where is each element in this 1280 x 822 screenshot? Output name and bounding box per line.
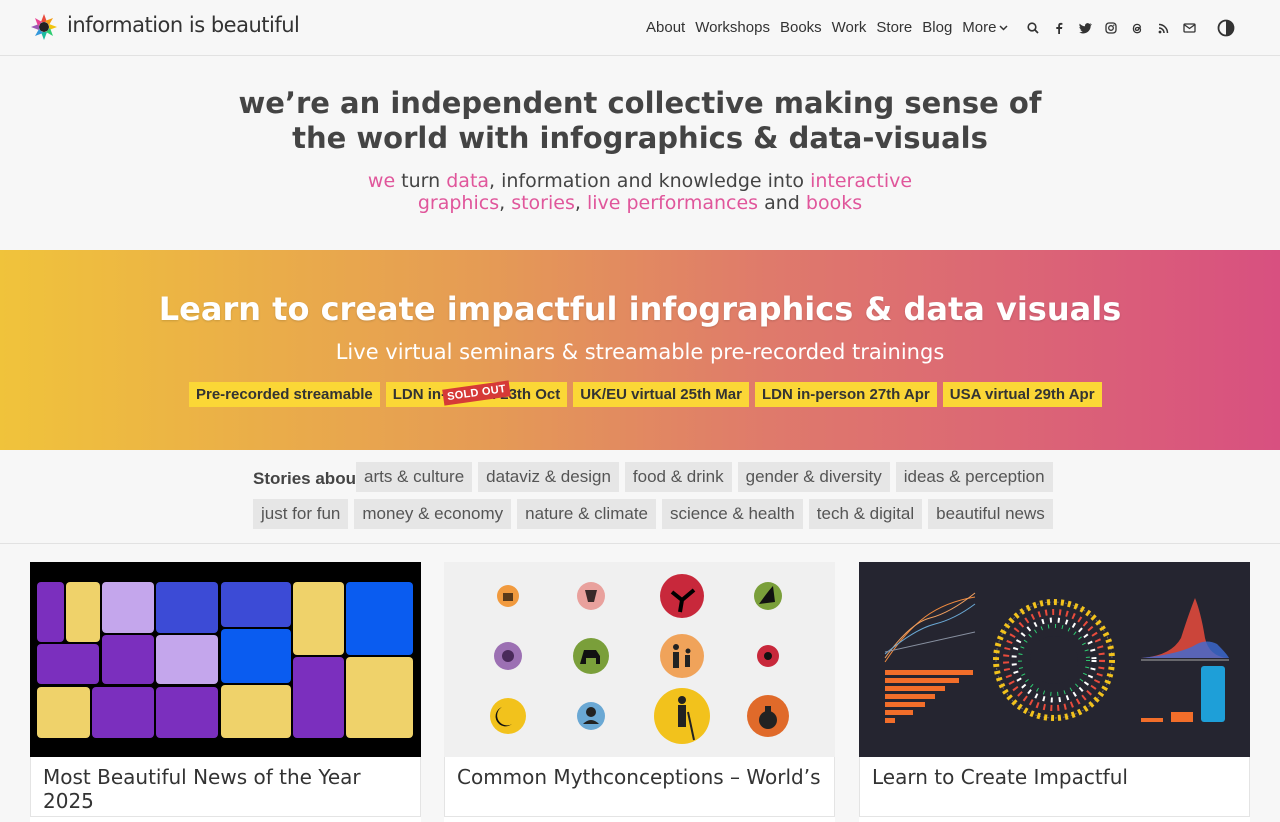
twitter-icon[interactable] <box>1072 18 1098 38</box>
nav-workshops[interactable]: Workshops <box>695 19 770 36</box>
pill-pre-recorded[interactable]: Pre-recorded streamable <box>189 382 380 407</box>
mail-icon[interactable] <box>1176 18 1202 38</box>
stories-label: Stories about <box>253 469 362 488</box>
category-tech-digital[interactable]: tech & digital <box>808 499 923 529</box>
nav-store[interactable]: Store <box>876 19 912 36</box>
stories-filter: Stories about arts & culture dataviz & d… <box>0 450 1280 544</box>
chevron-down-icon <box>999 24 1009 31</box>
pill-ukeu-mar[interactable]: UK/EU virtual 25th Mar <box>573 382 749 407</box>
dataviz-thumbnail <box>884 592 1229 723</box>
link-books[interactable]: books <box>806 192 862 214</box>
banner-title[interactable]: Learn to create impactful infographics &… <box>0 290 1280 328</box>
instagram-icon[interactable] <box>1098 18 1124 38</box>
contrast-icon[interactable] <box>1216 18 1236 38</box>
link-we[interactable]: we <box>368 170 395 192</box>
category-food-drink[interactable]: food & drink <box>624 462 732 492</box>
site-header: information is beautiful About Workshops… <box>0 0 1280 56</box>
card-title[interactable]: Common Mythconceptions – World’s <box>444 757 835 817</box>
nav-books[interactable]: Books <box>780 19 822 36</box>
treemap-thumbnail <box>37 582 413 738</box>
intro-headline: we’re an independent collective making s… <box>238 86 1042 155</box>
intro-subheading: we turn data, information and knowledge … <box>367 170 913 214</box>
story-card[interactable]: Common Mythconceptions – World’s <box>444 562 835 822</box>
link-live-performances[interactable]: live performances <box>587 192 758 214</box>
category-money-economy[interactable]: money & economy <box>354 499 512 529</box>
category-dataviz-design[interactable]: dataviz & design <box>478 462 619 492</box>
site-title[interactable]: information is beautiful <box>67 13 300 37</box>
category-row-1: arts & culture dataviz & design food & d… <box>356 462 1053 492</box>
banner-tagline: Live virtual seminars & streamable pre-r… <box>335 340 945 364</box>
category-science-health[interactable]: science & health <box>662 499 803 529</box>
story-card[interactable]: Most Beautiful News of the Year 2025 <box>30 562 421 822</box>
card-thumbnail[interactable] <box>444 562 835 757</box>
card-title[interactable]: Learn to Create Impactful <box>859 757 1250 817</box>
nav-blog[interactable]: Blog <box>922 19 952 36</box>
workshop-dates: Pre-recorded streamable LDN in-person 23… <box>189 380 1102 407</box>
search-icon[interactable] <box>1020 18 1046 38</box>
nav-more[interactable]: More <box>962 19 1009 36</box>
card-thumbnail[interactable] <box>30 562 421 757</box>
threads-icon[interactable] <box>1124 18 1150 38</box>
rss-icon[interactable] <box>1150 18 1176 38</box>
nav-work[interactable]: Work <box>832 19 867 36</box>
logo-icon[interactable] <box>30 13 58 41</box>
pill-usa-apr[interactable]: USA virtual 29th Apr <box>942 382 1102 407</box>
category-just-for-fun[interactable]: just for fun <box>253 499 349 529</box>
category-ideas-perception[interactable]: ideas & perception <box>895 462 1053 492</box>
social-icons <box>1020 18 1202 38</box>
intro-section: we’re an independent collective making s… <box>0 86 1280 214</box>
main-nav: About Workshops Books Work Store Blog Mo… <box>646 19 1009 36</box>
category-nature-climate[interactable]: nature & climate <box>517 499 657 529</box>
card-thumbnail[interactable] <box>859 562 1250 757</box>
story-card[interactable]: Learn to Create Impactful <box>859 562 1250 822</box>
facebook-icon[interactable] <box>1046 18 1072 38</box>
nav-about[interactable]: About <box>646 19 685 36</box>
category-row-2: just for fun money & economy nature & cl… <box>253 499 1053 529</box>
icon-grid-thumbnail <box>490 574 789 744</box>
link-data[interactable]: data <box>446 170 489 192</box>
card-title[interactable]: Most Beautiful News of the Year 2025 <box>30 757 421 817</box>
category-gender-diversity[interactable]: gender & diversity <box>737 462 890 492</box>
workshop-banner[interactable]: Learn to create impactful infographics &… <box>0 250 1280 450</box>
category-beautiful-news[interactable]: beautiful news <box>928 499 1053 529</box>
pill-ldn-oct[interactable]: LDN in-person 23th OctSOLD OUT <box>385 380 568 407</box>
link-stories[interactable]: stories <box>511 192 575 214</box>
category-arts-culture[interactable]: arts & culture <box>356 462 473 492</box>
nav-more-label: More <box>962 19 997 36</box>
pill-ldn-apr[interactable]: LDN in-person 27th Apr <box>754 382 937 407</box>
